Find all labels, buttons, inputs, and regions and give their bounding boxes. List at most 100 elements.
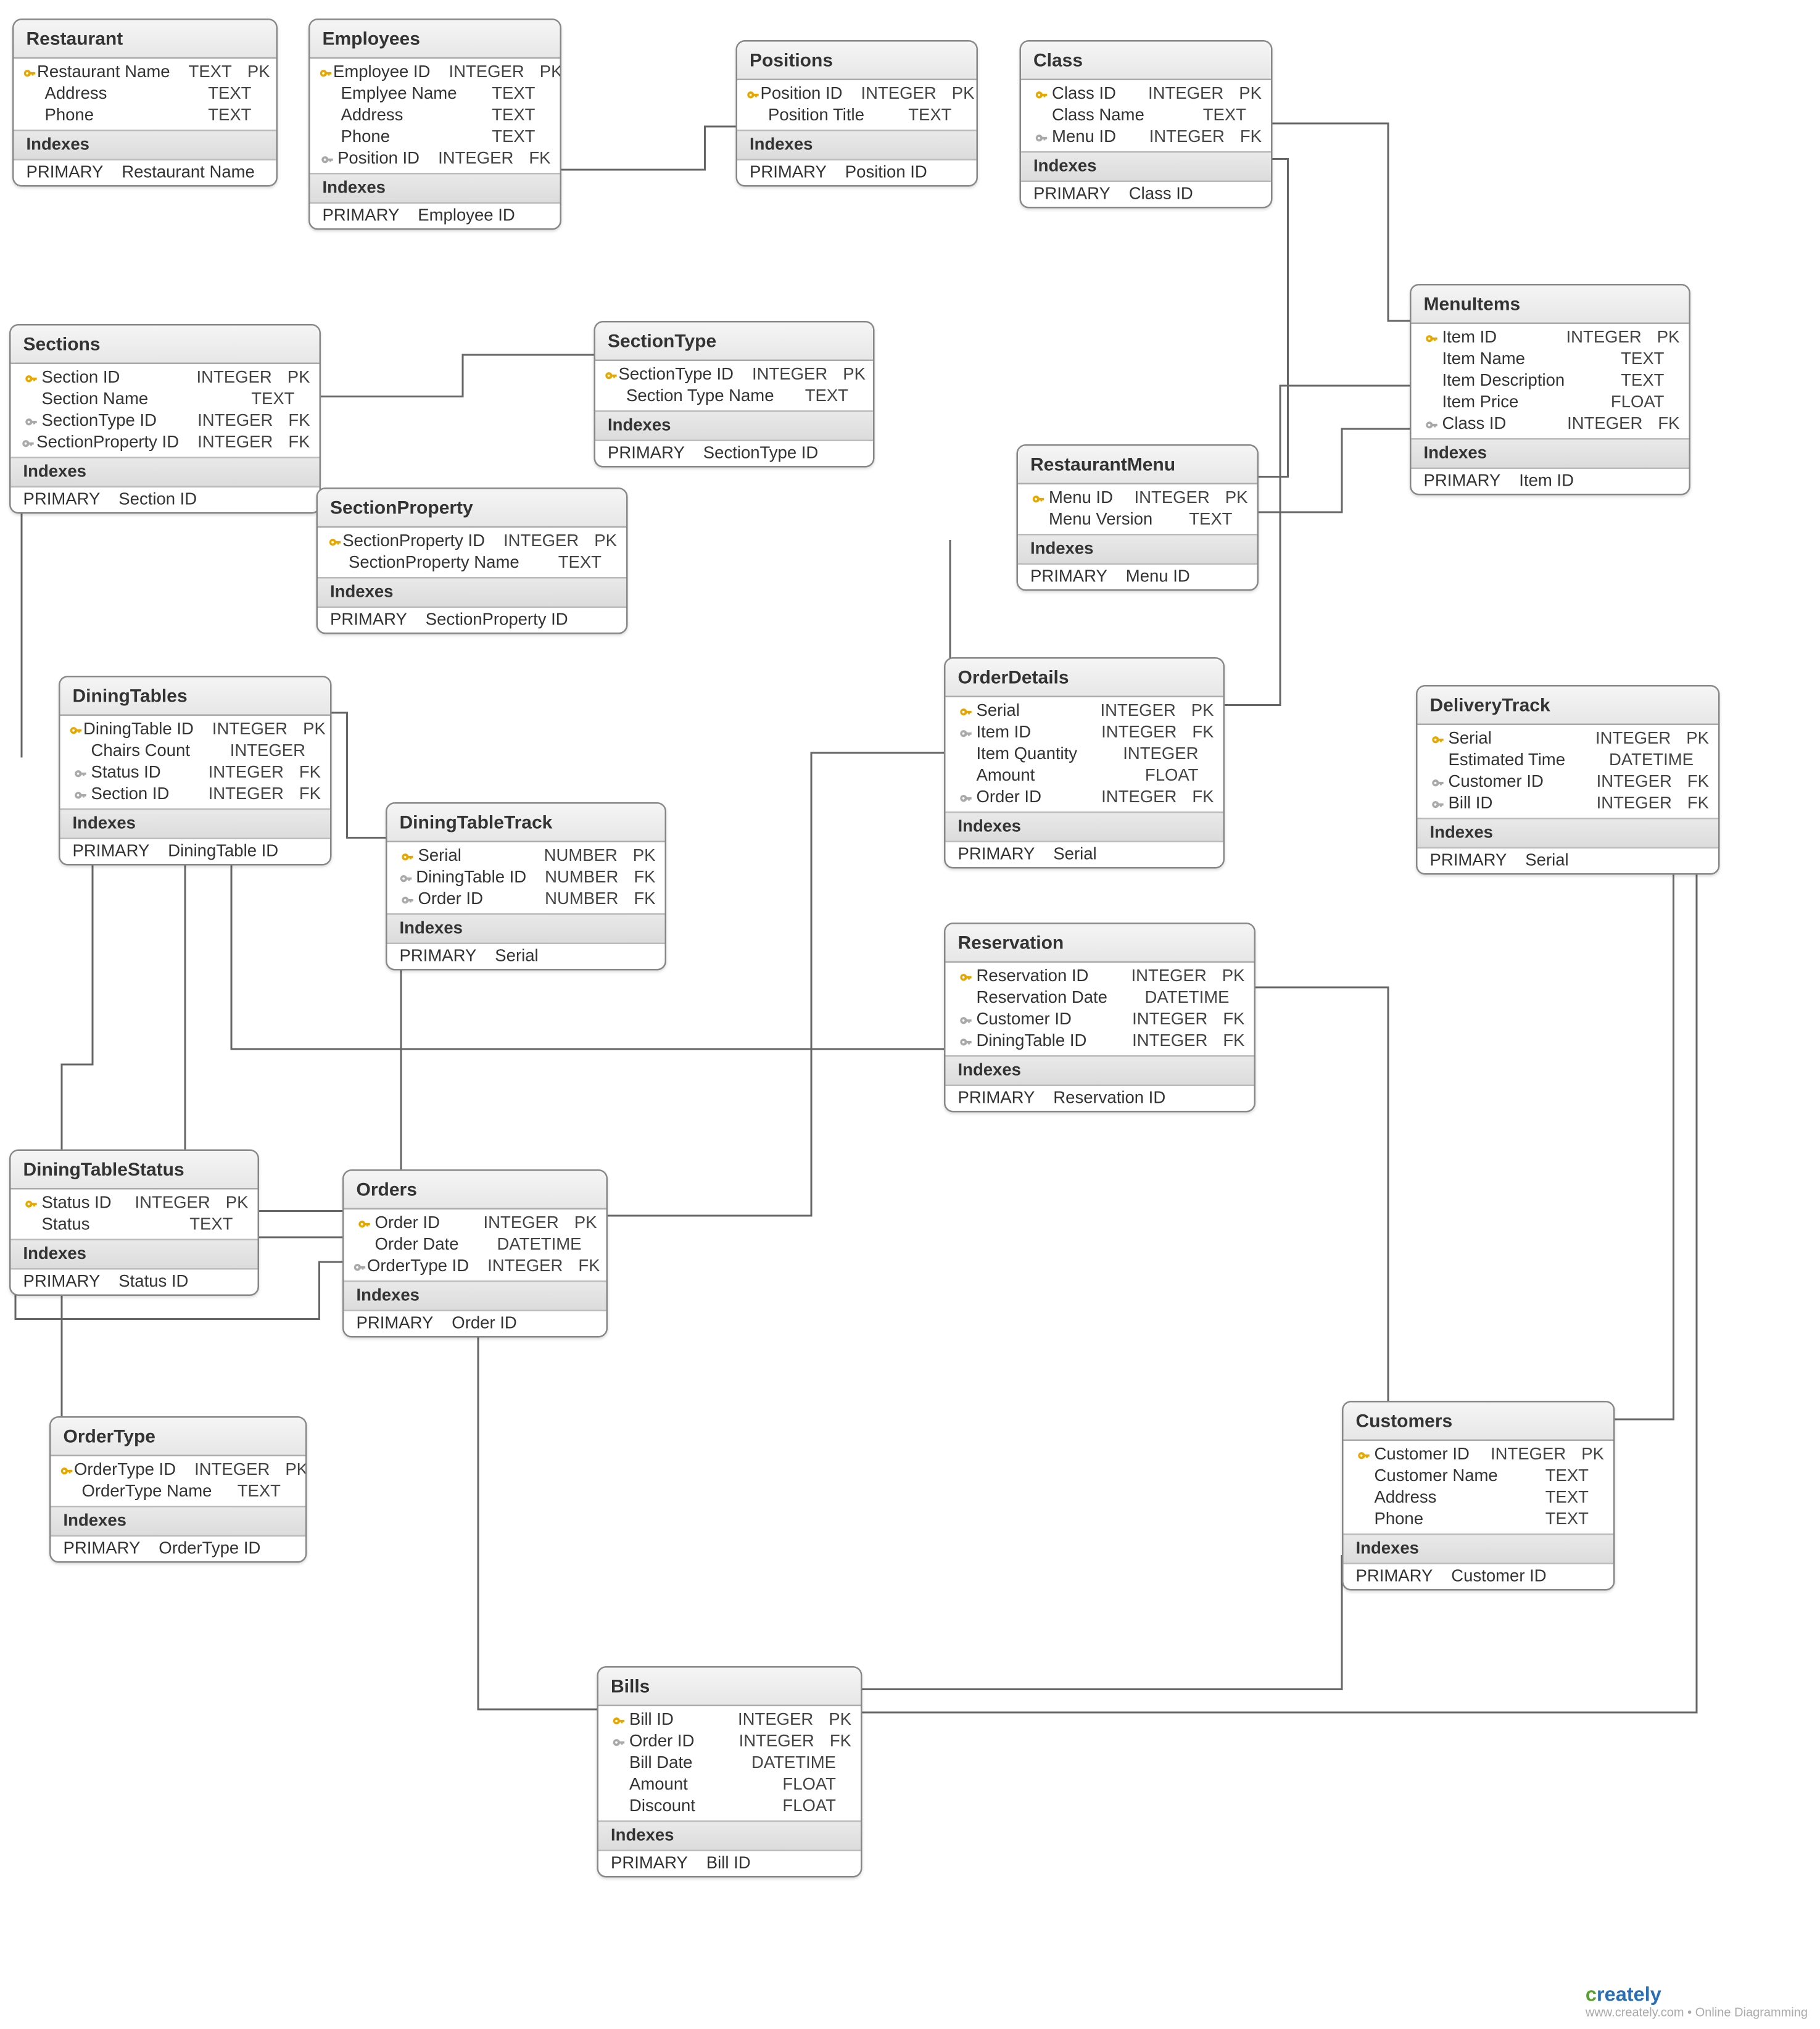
column-key-label: FK xyxy=(1658,415,1679,434)
entity-diningtabletrack[interactable]: DiningTableTrackSerialNUMBERPKDiningTabl… xyxy=(386,802,666,971)
column-row: SerialNUMBERPK xyxy=(387,845,665,867)
index-column: Order ID xyxy=(452,1314,516,1333)
column-key-label: PK xyxy=(574,1214,597,1233)
indexes-header: Indexes xyxy=(1418,818,1719,849)
entity-sections[interactable]: SectionsSection IDINTEGERPKSection NameT… xyxy=(9,324,321,514)
entity-positions[interactable]: PositionsPosition IDINTEGERPKPosition Ti… xyxy=(736,40,978,187)
entity-bills[interactable]: BillsBill IDINTEGERPKOrder IDINTEGERFKBi… xyxy=(597,1666,862,1878)
indexes-header: Indexes xyxy=(51,1506,306,1537)
entity-title: DiningTables xyxy=(60,678,331,716)
column-type: INTEGER xyxy=(209,764,299,782)
column-row: PhoneTEXT xyxy=(1344,1509,1614,1530)
entity-title: Restaurant xyxy=(14,20,276,59)
entity-sectiontype[interactable]: SectionTypeSectionType IDINTEGERPKSectio… xyxy=(594,321,875,468)
index-row: PRIMARYSection ID xyxy=(11,488,320,512)
index-column: Serial xyxy=(1053,845,1096,864)
er-diagram-canvas: RestaurantRestaurant NameTEXTPKAddressTE… xyxy=(0,0,1820,2029)
column-type: INTEGER xyxy=(209,786,299,804)
indexes-header: Indexes xyxy=(387,913,665,944)
brand-tagline: www.creately.com • Online Diagramming xyxy=(1586,2006,1808,2020)
columns-list: SerialINTEGERPKItem IDINTEGERFKItem Quan… xyxy=(946,697,1223,811)
column-type: NUMBER xyxy=(545,890,634,909)
index-row: PRIMARYSerial xyxy=(387,944,665,969)
column-row: AddressTEXT xyxy=(14,83,276,105)
entity-title: Employees xyxy=(310,20,560,59)
column-row: Status IDINTEGERPK xyxy=(11,1193,258,1214)
columns-list: Section IDINTEGERPKSection NameTEXTSecti… xyxy=(11,364,320,457)
column-row: Item IDINTEGERPK xyxy=(1412,327,1689,349)
entity-reservation[interactable]: ReservationReservation IDINTEGERPKReserv… xyxy=(944,923,1255,1113)
column-row: Customer IDINTEGERFK xyxy=(946,1009,1254,1031)
brand-reately: reately xyxy=(1597,1983,1661,2006)
column-row: AmountFLOAT xyxy=(598,1774,861,1796)
column-type: INTEGER xyxy=(194,1461,285,1480)
column-row: SerialINTEGERPK xyxy=(1418,728,1719,750)
column-row: Item IDINTEGERFK xyxy=(946,722,1223,744)
columns-list: Order IDINTEGERPKOrder DateDATETIMEOrder… xyxy=(344,1210,606,1280)
column-row: Section NameTEXT xyxy=(11,389,320,410)
entity-restaurant[interactable]: RestaurantRestaurant NameTEXTPKAddressTE… xyxy=(12,19,278,187)
fk-key-icon xyxy=(20,414,42,428)
column-type: INTEGER xyxy=(1101,702,1191,721)
entity-diningtablestatus[interactable]: DiningTableStatusStatus IDINTEGERPKStatu… xyxy=(9,1150,259,1297)
index-row: PRIMARYPosition ID xyxy=(737,160,977,185)
entity-menuitems[interactable]: MenuItemsItem IDINTEGERPKItem NameTEXTIt… xyxy=(1410,284,1690,496)
fk-key-icon xyxy=(397,892,418,907)
indexes-header: Indexes xyxy=(946,811,1223,842)
column-name: Item Quantity xyxy=(977,745,1123,764)
column-key-label: FK xyxy=(1192,724,1214,742)
column-name: Position Title xyxy=(768,107,908,125)
fk-key-icon xyxy=(1421,417,1442,431)
column-key-label: FK xyxy=(299,764,321,782)
index-primary-label: PRIMARY xyxy=(1030,568,1126,586)
column-name: Order ID xyxy=(977,789,1102,807)
column-key-label: PK xyxy=(226,1194,249,1213)
index-row: PRIMARYEmployee ID xyxy=(310,204,560,228)
column-name: OrderType Name xyxy=(82,1483,238,1501)
entity-orders[interactable]: OrdersOrder IDINTEGERPKOrder DateDATETIM… xyxy=(342,1169,608,1338)
column-type: TEXT xyxy=(251,391,310,409)
fk-key-icon xyxy=(608,1735,629,1749)
entity-restaurantmenu[interactable]: RestaurantMenuMenu IDINTEGERPKMenu Versi… xyxy=(1017,444,1259,591)
column-name: Class Name xyxy=(1052,107,1203,125)
entity-deliverytrack[interactable]: DeliveryTrackSerialINTEGERPKEstimated Ti… xyxy=(1416,685,1720,875)
index-row: PRIMARYSectionType ID xyxy=(595,441,873,466)
column-type: INTEGER xyxy=(438,150,529,168)
column-type: INTEGER xyxy=(487,1258,578,1276)
indexes-header: Indexes xyxy=(344,1280,606,1311)
index-primary-label: PRIMARY xyxy=(958,845,1054,864)
column-row: Status IDINTEGERFK xyxy=(60,762,331,784)
entity-sectionproperty[interactable]: SectionPropertySectionProperty IDINTEGER… xyxy=(316,488,628,634)
pk-key-icon xyxy=(1027,491,1049,505)
entity-title: OrderDetails xyxy=(946,659,1223,698)
entity-orderdetails[interactable]: OrderDetailsSerialINTEGERPKItem IDINTEGE… xyxy=(944,657,1225,869)
column-name: Class ID xyxy=(1442,415,1568,434)
column-type: TEXT xyxy=(1545,1489,1604,1508)
pk-key-icon xyxy=(320,65,334,80)
entity-employees[interactable]: EmployeesEmployee IDINTEGERPKEmplyee Nam… xyxy=(308,19,561,230)
column-name: Customer ID xyxy=(977,1011,1133,1029)
index-primary-label: PRIMARY xyxy=(958,1089,1054,1108)
column-name: Menu ID xyxy=(1052,128,1149,147)
column-name: SectionProperty ID xyxy=(342,533,503,551)
index-row: PRIMARYMenu ID xyxy=(1018,565,1257,589)
column-key-label: PK xyxy=(594,533,617,551)
column-type: TEXT xyxy=(908,107,967,125)
columns-list: Customer IDINTEGERPKCustomer NameTEXTAdd… xyxy=(1344,1441,1614,1533)
entity-ordertype[interactable]: OrderTypeOrderType IDINTEGERPKOrderType … xyxy=(49,1416,307,1563)
entity-class[interactable]: ClassClass IDINTEGERPKClass NameTEXTMenu… xyxy=(1020,40,1273,209)
column-type: DATETIME xyxy=(1145,989,1245,1008)
column-row: Bill IDINTEGERFK xyxy=(1418,793,1719,815)
column-key-label: FK xyxy=(1687,773,1709,792)
column-row: Position TitleTEXT xyxy=(737,105,977,127)
column-type: INTEGER xyxy=(1597,773,1687,792)
entity-diningtables[interactable]: DiningTablesDiningTable IDINTEGERPKChair… xyxy=(59,676,332,866)
pk-key-icon xyxy=(605,368,619,382)
column-type: INTEGER xyxy=(197,369,287,388)
column-type: TEXT xyxy=(1545,1467,1604,1486)
entity-customers[interactable]: CustomersCustomer IDINTEGERPKCustomer Na… xyxy=(1342,1401,1615,1591)
indexes-header: Indexes xyxy=(1021,151,1271,182)
column-type: INTEGER xyxy=(738,1711,829,1730)
column-key-label: FK xyxy=(634,890,655,909)
column-name: Section ID xyxy=(42,369,197,388)
